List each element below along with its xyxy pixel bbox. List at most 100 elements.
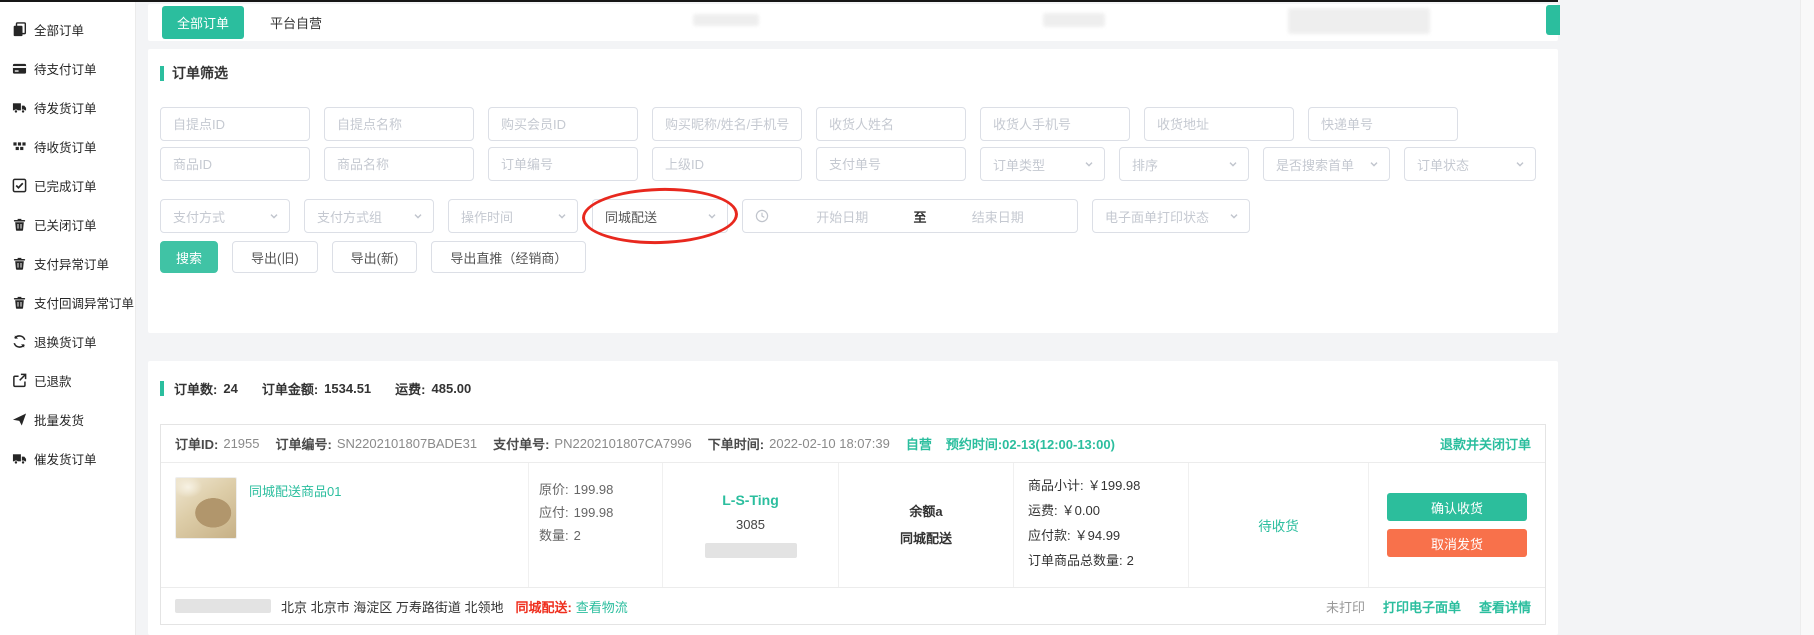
pay-method-select[interactable]: 支付方式 xyxy=(160,199,290,233)
waybill-print-status-select[interactable]: 电子面单打印状态 xyxy=(1092,199,1250,233)
sidebar-item[interactable]: 支付回调异常订单 xyxy=(0,283,135,322)
tab-all-orders[interactable]: 全部订单 xyxy=(162,6,244,39)
sidebar: 全部订单待支付订单待发货订单待收货订单已完成订单已关闭订单支付异常订单支付回调异… xyxy=(0,0,136,635)
sidebar-item[interactable]: 待发货订单 xyxy=(0,88,135,127)
chevron-down-icon xyxy=(557,211,567,221)
sidebar-item[interactable]: 批量发货 xyxy=(0,400,135,439)
order-id-value: 21955 xyxy=(223,436,259,451)
sort-select[interactable]: 排序 xyxy=(1119,147,1249,181)
sidebar-item[interactable]: 催发货订单 xyxy=(0,439,135,478)
buyer-cell: L-S-Ting 3085 xyxy=(663,463,839,587)
scrollbar[interactable] xyxy=(1800,0,1814,635)
date-range-picker[interactable]: 开始日期至结束日期 xyxy=(742,199,1078,233)
print-status: 未打印 xyxy=(1326,597,1365,616)
order-card: 订单ID: 21955 订单编号: SN2202101807BADE31 支付单… xyxy=(160,424,1546,625)
export-new-button[interactable]: 导出(新) xyxy=(332,241,418,273)
pay-no-input[interactable] xyxy=(816,147,966,181)
chevron-down-icon xyxy=(413,211,423,221)
refresh-icon xyxy=(11,334,27,350)
freight-label: 运费: xyxy=(395,379,425,398)
sidebar-item[interactable]: 退换货订单 xyxy=(0,322,135,361)
tab-platform-self[interactable]: 平台自营 xyxy=(270,13,322,32)
receiver-phone-input[interactable] xyxy=(980,107,1130,141)
chevron-down-icon xyxy=(1084,159,1094,169)
sidebar-item[interactable]: 已关闭订单 xyxy=(0,205,135,244)
product-name-link[interactable]: 同城配送商品01 xyxy=(249,477,341,573)
buyer-keyword-input[interactable] xyxy=(652,107,802,141)
filter-section-title: 订单筛选 xyxy=(160,63,1546,83)
order-no-input[interactable] xyxy=(488,147,638,181)
sidebar-item[interactable]: 待收货订单 xyxy=(0,127,135,166)
redacted-receiver-contact xyxy=(175,599,271,613)
parent-id-input[interactable] xyxy=(652,147,802,181)
payable-price-label: 应付: xyxy=(539,505,569,520)
confirm-receipt-button[interactable]: 确认收货 xyxy=(1387,493,1527,521)
section-accent-bar xyxy=(160,381,164,396)
export-direct-button[interactable]: 导出直推（经销商） xyxy=(431,241,586,273)
sidebar-item[interactable]: 全部订单 xyxy=(0,10,135,49)
goods-name-input[interactable] xyxy=(324,147,474,181)
order-type-select[interactable]: 订单类型 xyxy=(980,147,1105,181)
order-status-select[interactable]: 订单状态 xyxy=(1404,147,1536,181)
order-freight-label: 运费: xyxy=(1028,503,1058,518)
total-qty-value: 2 xyxy=(1127,553,1134,568)
view-logistics-link[interactable]: 查看物流 xyxy=(576,597,628,616)
chevron-down-icon xyxy=(1369,159,1379,169)
search-button[interactable]: 搜索 xyxy=(160,241,218,273)
pickup-name-input[interactable] xyxy=(324,107,474,141)
filter-panel: 订单筛选 订单类型排序是否搜索首单订单状态 支付方式支付方式组操作时间同城配送开… xyxy=(148,49,1558,333)
sidebar-item-label: 待发货订单 xyxy=(34,98,97,117)
buyer-nickname: L-S-Ting xyxy=(722,492,779,508)
delivery-type-select[interactable]: 同城配送 xyxy=(592,199,728,233)
first-order-search-select[interactable]: 是否搜索首单 xyxy=(1263,147,1390,181)
floating-widget-button[interactable] xyxy=(1546,5,1560,35)
order-id-label: 订单ID: xyxy=(175,434,218,453)
boxes-icon xyxy=(11,139,27,155)
sidebar-item[interactable]: 待支付订单 xyxy=(0,49,135,88)
order-payable-label: 应付款: xyxy=(1028,528,1071,543)
pickup-id-input[interactable] xyxy=(160,107,310,141)
freight-value: 485.00 xyxy=(432,381,472,396)
section-accent-bar xyxy=(160,66,164,81)
redacted-area xyxy=(693,14,759,26)
trash-icon xyxy=(11,217,27,233)
cancel-shipment-button[interactable]: 取消发货 xyxy=(1387,529,1527,557)
redacted-area xyxy=(1288,8,1430,34)
chevron-down-icon xyxy=(269,211,279,221)
order-card-header: 订单ID: 21955 订单编号: SN2202101807BADE31 支付单… xyxy=(161,425,1545,463)
sidebar-item-label: 支付异常订单 xyxy=(34,254,109,273)
sidebar-item-label: 全部订单 xyxy=(34,20,84,39)
redacted-area xyxy=(1043,13,1105,27)
sidebar-item-label: 支付回调异常订单 xyxy=(34,293,134,312)
receiver-name-input[interactable] xyxy=(816,107,966,141)
sidebar-item[interactable]: 已退款 xyxy=(0,361,135,400)
sidebar-item-label: 批量发货 xyxy=(34,410,84,429)
tracking-no-input[interactable] xyxy=(1308,107,1458,141)
export-old-button[interactable]: 导出(旧) xyxy=(232,241,318,273)
goods-id-input[interactable] xyxy=(160,147,310,181)
sidebar-item-label: 已完成订单 xyxy=(34,176,97,195)
end-date-placeholder: 结束日期 xyxy=(931,207,1066,226)
total-qty-label: 订单商品总数量: xyxy=(1028,553,1123,568)
original-price-label: 原价: xyxy=(539,482,569,497)
view-detail-link[interactable]: 查看详情 xyxy=(1479,597,1531,616)
quantity-value: 2 xyxy=(574,528,581,543)
buyer-member-id-input[interactable] xyxy=(488,107,638,141)
sidebar-item-label: 待支付订单 xyxy=(34,59,97,78)
clock-icon xyxy=(755,209,769,223)
chevron-down-icon xyxy=(707,211,717,221)
refund-close-link[interactable]: 退款并关闭订单 xyxy=(1440,434,1531,453)
quantity-label: 数量: xyxy=(539,528,569,543)
operate-time-select[interactable]: 操作时间 xyxy=(448,199,578,233)
print-waybill-link[interactable]: 打印电子面单 xyxy=(1383,597,1461,616)
pay-method-group-select[interactable]: 支付方式组 xyxy=(304,199,434,233)
sidebar-item[interactable]: 支付异常订单 xyxy=(0,244,135,283)
chevron-down-icon xyxy=(1229,211,1239,221)
sidebar-item-label: 已关闭订单 xyxy=(34,215,97,234)
original-price-value: 199.98 xyxy=(574,482,614,497)
self-operated-tag: 自营 xyxy=(906,434,932,453)
sidebar-item[interactable]: 已完成订单 xyxy=(0,166,135,205)
reserve-time-tag: 预约时间:02-13(12:00-13:00) xyxy=(946,434,1115,453)
product-price-cell: 原价:199.98 应付:199.98 数量:2 xyxy=(529,463,663,587)
receiver-address-input[interactable] xyxy=(1144,107,1294,141)
